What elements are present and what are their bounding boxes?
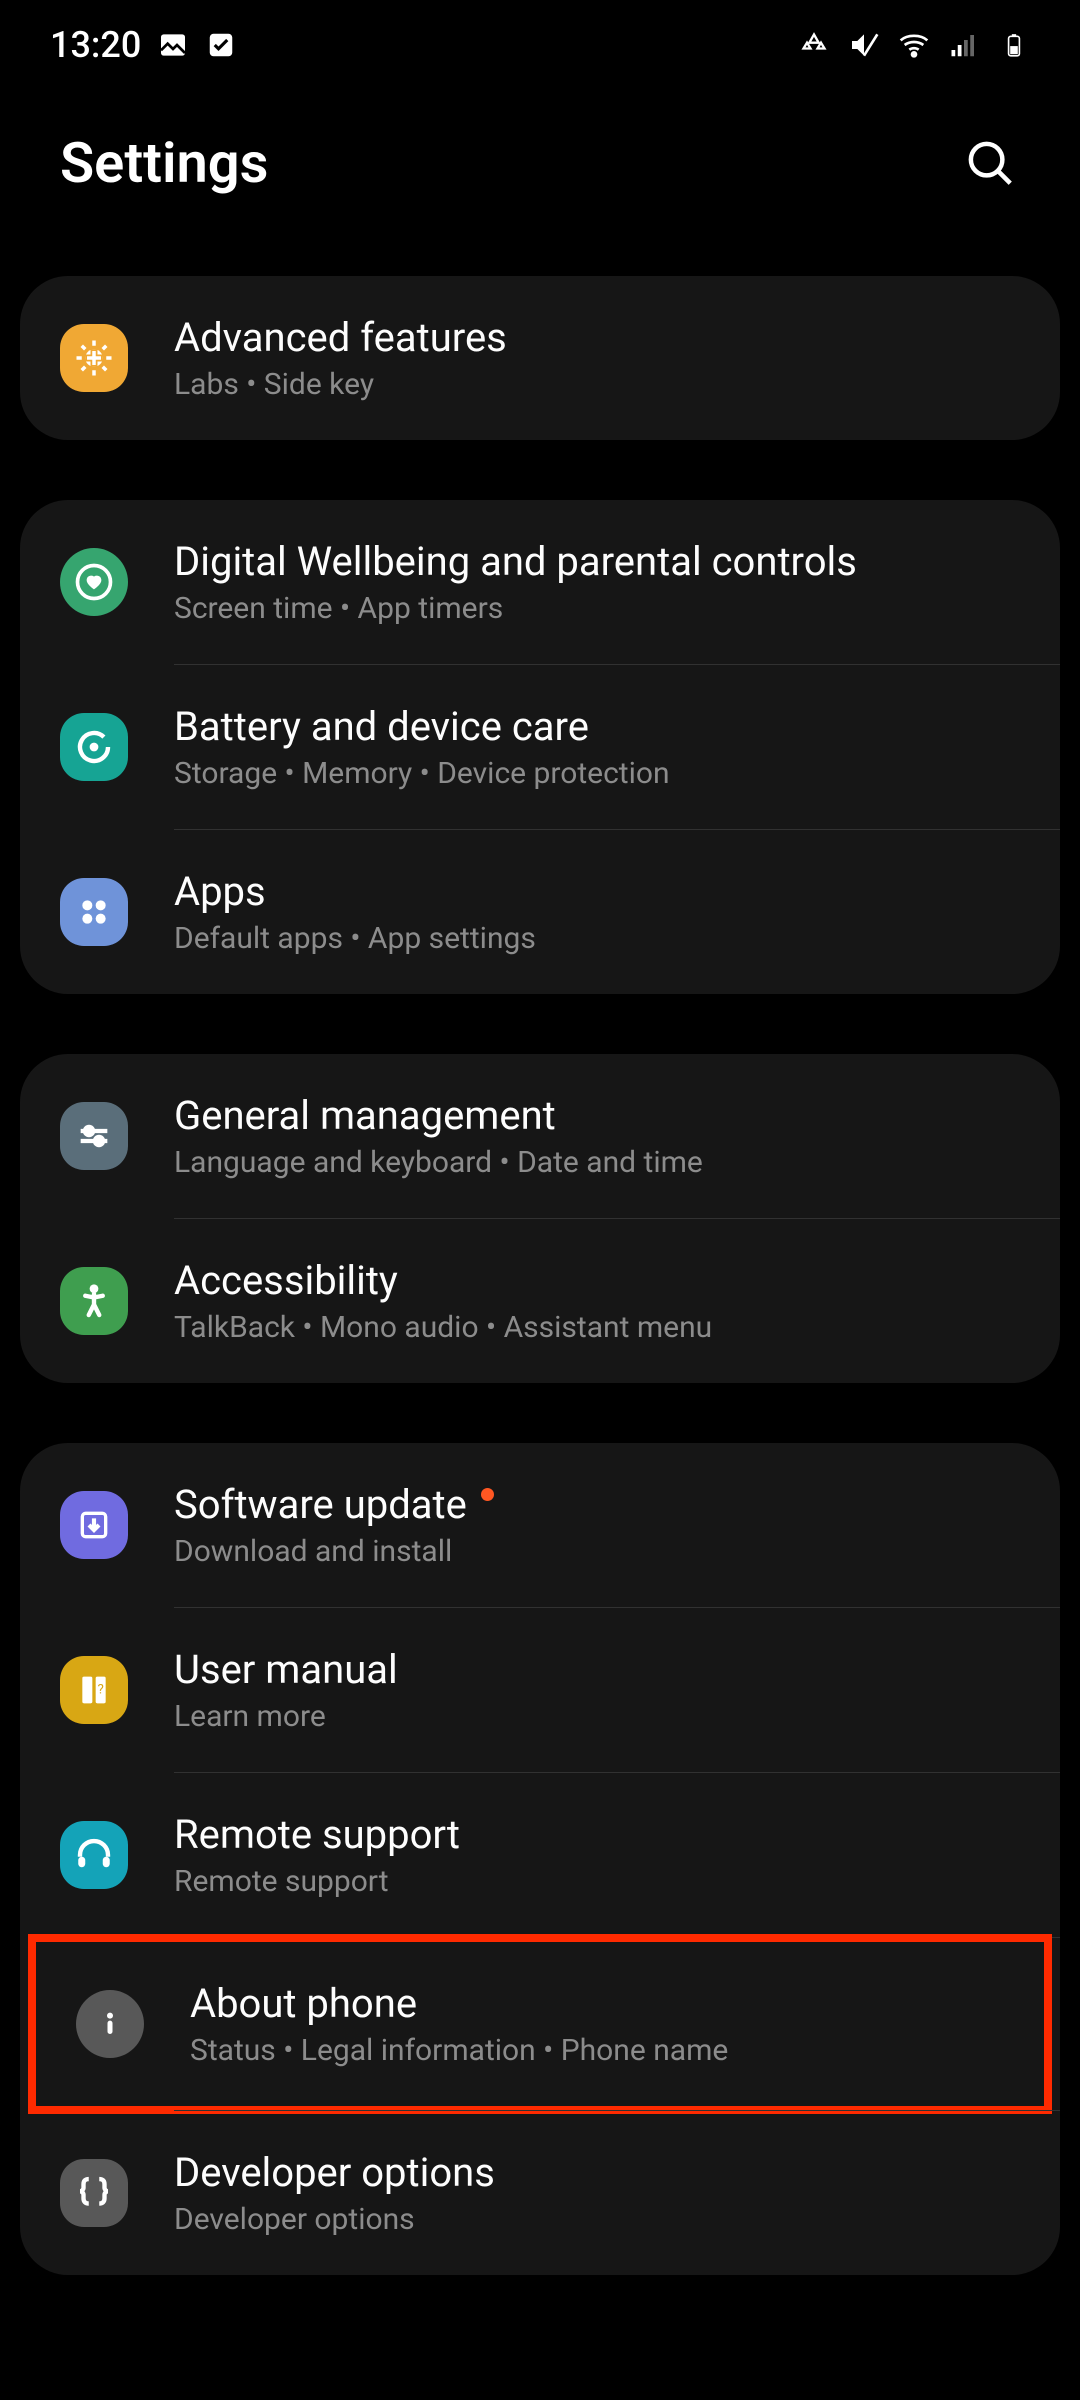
header: Settings — [0, 90, 1080, 276]
row-content: Accessibility TalkBack • Mono audio • As… — [174, 1257, 1020, 1345]
row-remote-support[interactable]: Remote support Remote support — [20, 1773, 1060, 1937]
status-time: 13:20 — [50, 24, 141, 66]
settings-group-4: Software update Download and install ? U… — [20, 1443, 1060, 2275]
row-title: About phone — [190, 1980, 1004, 2027]
info-icon — [76, 1990, 144, 2058]
wifi-icon — [898, 29, 930, 61]
search-button[interactable] — [960, 133, 1020, 193]
settings-group-2: Digital Wellbeing and parental controls … — [20, 500, 1060, 994]
row-digital-wellbeing[interactable]: Digital Wellbeing and parental controls … — [20, 500, 1060, 664]
row-title: Developer options — [174, 2149, 1020, 2196]
row-title: General management — [174, 1092, 1020, 1139]
row-content: About phone Status • Legal information •… — [190, 1980, 1004, 2068]
row-content: Software update Download and install — [174, 1481, 1020, 1569]
sliders-icon — [60, 1102, 128, 1170]
row-title: Apps — [174, 868, 1020, 915]
row-title: Advanced features — [174, 314, 1020, 361]
row-content: Digital Wellbeing and parental controls … — [174, 538, 1020, 626]
row-title: Software update — [174, 1481, 1020, 1528]
gear-plus-icon — [60, 324, 128, 392]
row-battery-device-care[interactable]: Battery and device care Storage • Memory… — [20, 665, 1060, 829]
row-subtitle: Download and install — [174, 1534, 1020, 1569]
row-about-phone[interactable]: About phone Status • Legal information •… — [36, 1942, 1044, 2106]
row-subtitle: TalkBack • Mono audio • Assistant menu — [174, 1310, 1020, 1345]
row-subtitle: Learn more — [174, 1699, 1020, 1734]
update-badge-dot — [481, 1488, 494, 1501]
row-content: User manual Learn more — [174, 1646, 1020, 1734]
row-accessibility[interactable]: Accessibility TalkBack • Mono audio • As… — [20, 1219, 1060, 1383]
row-title: Battery and device care — [174, 703, 1020, 750]
row-content: General management Language and keyboard… — [174, 1092, 1020, 1180]
braces-icon — [60, 2159, 128, 2227]
row-user-manual[interactable]: ? User manual Learn more — [20, 1608, 1060, 1772]
row-general-management[interactable]: General management Language and keyboard… — [20, 1054, 1060, 1218]
status-right — [798, 29, 1030, 61]
book-icon: ? — [60, 1656, 128, 1724]
row-title: User manual — [174, 1646, 1020, 1693]
settings-group-1: Advanced features Labs • Side key — [20, 276, 1060, 440]
refresh-icon — [60, 713, 128, 781]
signal-icon — [948, 29, 980, 61]
row-apps[interactable]: Apps Default apps • App settings — [20, 830, 1060, 994]
row-software-update[interactable]: Software update Download and install — [20, 1443, 1060, 1607]
row-title: Accessibility — [174, 1257, 1020, 1304]
row-content: Battery and device care Storage • Memory… — [174, 703, 1020, 791]
page-title: Settings — [60, 130, 268, 196]
status-left: 13:20 — [50, 24, 237, 66]
row-subtitle: Language and keyboard • Date and time — [174, 1145, 1020, 1180]
headset-icon — [60, 1821, 128, 1889]
heart-circle-icon — [60, 548, 128, 616]
row-subtitle: Developer options — [174, 2202, 1020, 2237]
checkbox-icon — [205, 29, 237, 61]
picture-icon — [157, 29, 189, 61]
row-subtitle: Labs • Side key — [174, 367, 1020, 402]
row-subtitle: Remote support — [174, 1864, 1020, 1899]
battery-icon — [998, 29, 1030, 61]
row-subtitle: Screen time • App timers — [174, 591, 1020, 626]
row-title: Digital Wellbeing and parental controls — [174, 538, 1020, 585]
settings-group-3: General management Language and keyboard… — [20, 1054, 1060, 1383]
svg-text:?: ? — [98, 1682, 104, 1697]
row-subtitle: Status • Legal information • Phone name — [190, 2033, 1004, 2068]
row-developer-options[interactable]: Developer options Developer options — [20, 2111, 1060, 2275]
highlight-about-phone: About phone Status • Legal information •… — [28, 1934, 1052, 2114]
status-bar: 13:20 — [0, 0, 1080, 90]
row-advanced-features[interactable]: Advanced features Labs • Side key — [20, 276, 1060, 440]
grid-4-icon — [60, 878, 128, 946]
row-content: Developer options Developer options — [174, 2149, 1020, 2237]
row-content: Remote support Remote support — [174, 1811, 1020, 1899]
row-subtitle: Storage • Memory • Device protection — [174, 756, 1020, 791]
person-icon — [60, 1267, 128, 1335]
row-title: Remote support — [174, 1811, 1020, 1858]
row-content: Apps Default apps • App settings — [174, 868, 1020, 956]
recycle-icon — [798, 29, 830, 61]
row-content: Advanced features Labs • Side key — [174, 314, 1020, 402]
download-box-icon — [60, 1491, 128, 1559]
row-subtitle: Default apps • App settings — [174, 921, 1020, 956]
mute-icon — [848, 29, 880, 61]
